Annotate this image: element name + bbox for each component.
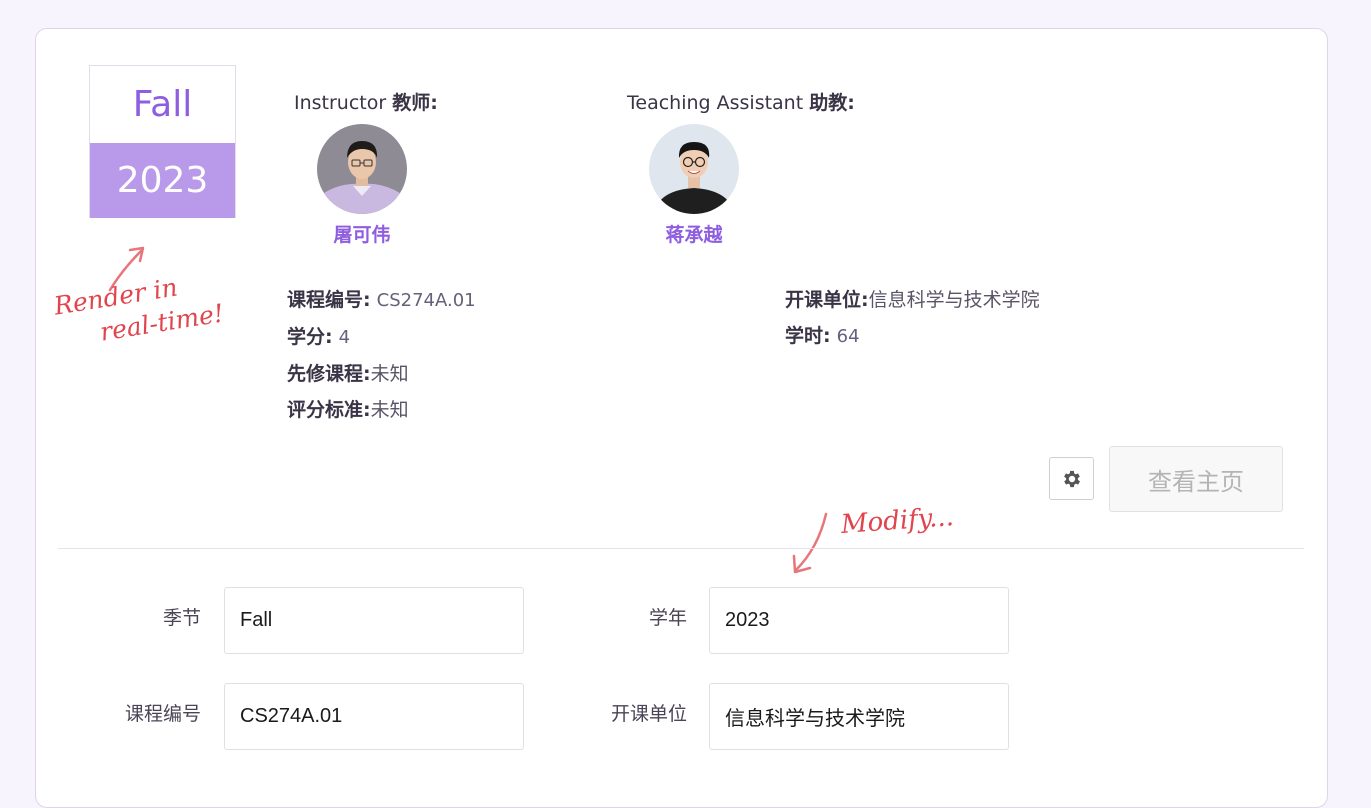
- hours-row: 学时: 64: [785, 325, 860, 347]
- credit-row: 学分: 4: [287, 326, 351, 348]
- year-input[interactable]: [709, 587, 1009, 654]
- course-info-left: 课程编号: CS274A.01 学分: 4 先修课程:未知 评分标准:未知: [287, 282, 476, 428]
- modify-arrow-icon: [792, 512, 828, 574]
- instructor-label: Instructor 教师:: [294, 88, 438, 115]
- grading-row: 评分标准:未知: [287, 399, 409, 421]
- section-divider: [58, 548, 1304, 549]
- department-label: 开课单位: [610, 703, 687, 725]
- settings-button[interactable]: [1049, 457, 1094, 500]
- season-label: 季节: [162, 607, 201, 629]
- dept-row: 开课单位:信息科学与技术学院: [785, 289, 1040, 311]
- course-code-label: 课程编号: [124, 703, 201, 725]
- semester-year: 2023: [90, 143, 235, 218]
- course-info-right: 开课单位:信息科学与技术学院 学时: 64: [785, 282, 1040, 355]
- ta-name[interactable]: 蒋承越: [624, 220, 764, 247]
- semester-season: Fall: [90, 66, 235, 143]
- year-label: 学年: [648, 607, 687, 629]
- instructor-label-zh: 教师:: [392, 92, 438, 114]
- ta-label-zh: 助教:: [809, 92, 855, 114]
- instructor-name[interactable]: 屠可伟: [292, 220, 432, 247]
- gear-icon: [1063, 470, 1080, 487]
- ta-label-en: Teaching Assistant: [627, 92, 804, 114]
- season-input[interactable]: [224, 587, 524, 654]
- course-code-input[interactable]: [224, 683, 524, 750]
- instructor-label-en: Instructor: [294, 92, 387, 114]
- prereq-row: 先修课程:未知: [287, 363, 409, 385]
- instructor-avatar[interactable]: [317, 124, 407, 214]
- ta-avatar[interactable]: [649, 124, 739, 214]
- semester-badge: Fall 2023: [89, 65, 236, 218]
- department-input[interactable]: [709, 683, 1009, 750]
- ta-label: Teaching Assistant 助教:: [627, 88, 855, 115]
- view-homepage-button[interactable]: 查看主页: [1109, 446, 1283, 512]
- course-code-row: 课程编号: CS274A.01: [287, 289, 476, 311]
